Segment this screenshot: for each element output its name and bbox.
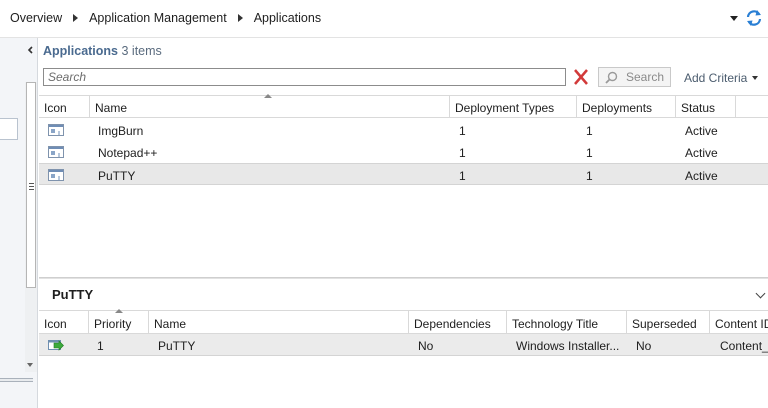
- navigation-pane: [0, 38, 38, 408]
- column-header-name[interactable]: Name: [149, 311, 409, 334]
- list-header: Applications 3 items: [43, 44, 162, 58]
- column-header-priority[interactable]: Priority: [89, 311, 149, 334]
- row-deployment-types: 1: [459, 169, 466, 183]
- column-header-name[interactable]: Name: [90, 96, 450, 118]
- chevron-down-icon: [752, 76, 759, 80]
- breadcrumb-applications[interactable]: Applications: [254, 11, 321, 25]
- column-header-dependencies[interactable]: Dependencies: [409, 311, 507, 334]
- page-title: Applications: [43, 44, 119, 58]
- column-header-icon[interactable]: Icon: [39, 311, 89, 334]
- table-row[interactable]: 1 PuTTY No Windows Installer... No Conte…: [39, 334, 768, 356]
- row-deployments: 1: [586, 169, 593, 183]
- scroll-down-icon[interactable]: [27, 363, 33, 367]
- breadcrumb-application-management[interactable]: Application Management: [89, 11, 227, 25]
- column-header-status[interactable]: Status: [676, 96, 736, 118]
- row-name: Notepad++: [98, 146, 158, 160]
- row-technology-title: Windows Installer...: [516, 339, 620, 353]
- row-name: PuTTY: [158, 339, 196, 353]
- application-icon: [48, 124, 64, 136]
- applications-grid: Icon Name Deployment Types Deployments S…: [39, 94, 768, 277]
- add-criteria-label: Add Criteria: [684, 71, 748, 85]
- column-header-content-id[interactable]: Content ID: [710, 311, 768, 334]
- row-deployment-types: 1: [459, 146, 466, 160]
- search-button-label: Search: [626, 70, 665, 84]
- table-row[interactable]: ImgBurn 1 1 Active: [39, 119, 768, 141]
- magnifier-icon: [605, 71, 618, 84]
- scroll-grip-icon: [29, 183, 34, 190]
- row-priority: 1: [97, 339, 104, 353]
- row-superseded: No: [636, 339, 652, 353]
- sort-ascending-icon: [115, 309, 123, 313]
- breadcrumb-separator-icon: [237, 14, 243, 22]
- navigation-splitter[interactable]: [0, 378, 33, 382]
- row-status: Active: [685, 124, 718, 138]
- row-deployments: 1: [586, 146, 593, 160]
- row-deployments: 1: [586, 124, 593, 138]
- grid-header: Icon Name Deployment Types Deployments S…: [39, 94, 768, 118]
- search-input[interactable]: [43, 68, 566, 86]
- application-icon: [48, 146, 64, 158]
- history-dropdown-icon[interactable]: [730, 16, 738, 21]
- column-header-superseded[interactable]: Superseded: [627, 311, 710, 334]
- column-header-technology-title[interactable]: Technology Title: [507, 311, 627, 334]
- column-header-deployments[interactable]: Deployments: [577, 96, 676, 118]
- breadcrumb: Overview Application Management Applicat…: [10, 11, 321, 25]
- item-count: 3 items: [121, 44, 162, 58]
- table-row-selected[interactable]: PuTTY 1 1 Active: [39, 163, 768, 185]
- column-header-deployment-types[interactable]: Deployment Types: [450, 96, 577, 118]
- details-grid-header: Icon Priority Name Dependencies Technolo…: [39, 309, 768, 334]
- row-status: Active: [685, 146, 718, 160]
- collapse-details-icon[interactable]: [755, 288, 766, 299]
- search-button[interactable]: Search: [598, 67, 671, 87]
- add-criteria-button[interactable]: Add Criteria: [684, 71, 759, 85]
- row-name: ImgBurn: [98, 124, 144, 138]
- navigation-tab[interactable]: [0, 118, 18, 140]
- navigation-scrollbar[interactable]: [25, 82, 37, 372]
- row-deployment-types: 1: [459, 124, 466, 138]
- breadcrumb-overview[interactable]: Overview: [10, 11, 62, 25]
- table-row[interactable]: Notepad++ 1 1 Active: [39, 141, 768, 163]
- clear-search-icon[interactable]: [570, 68, 592, 86]
- details-splitter[interactable]: [39, 277, 768, 279]
- row-name: PuTTY: [98, 169, 136, 183]
- deployment-types-grid: Icon Priority Name Dependencies Technolo…: [39, 309, 768, 360]
- breadcrumb-separator-icon: [73, 14, 79, 22]
- application-icon: [48, 169, 64, 181]
- refresh-icon[interactable]: [745, 9, 763, 27]
- row-status: Active: [685, 169, 718, 183]
- row-content-id: Content_: [720, 339, 768, 353]
- sort-ascending-icon: [264, 94, 272, 98]
- row-dependencies: No: [418, 339, 434, 353]
- breadcrumb-bar: Overview Application Management Applicat…: [0, 0, 768, 38]
- column-header-icon[interactable]: Icon: [39, 96, 90, 118]
- scrollbar-thumb[interactable]: [26, 82, 36, 288]
- collapse-pane-icon[interactable]: [26, 46, 34, 54]
- deployment-type-icon: [48, 340, 64, 351]
- details-title: PuTTY: [52, 287, 94, 302]
